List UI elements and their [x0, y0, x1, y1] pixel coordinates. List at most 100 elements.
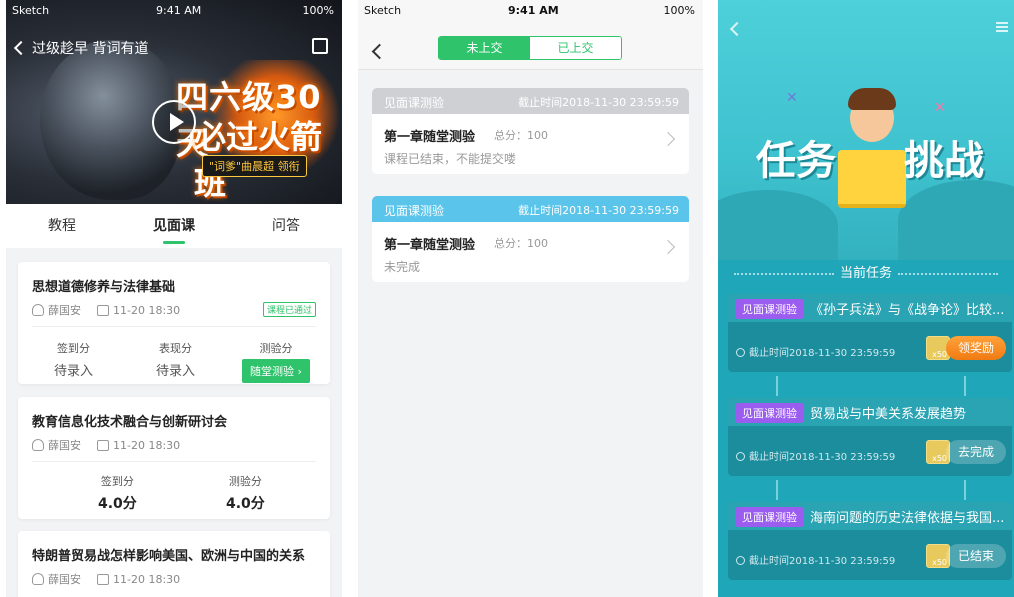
- task-tag: 见面课测验: [736, 299, 803, 319]
- passed-badge: 课程已通过: [262, 302, 316, 317]
- quiz-name: 第一章随堂测验: [384, 238, 476, 253]
- score-label: 表现分: [159, 342, 192, 355]
- score-performance: 表现分 待录入: [156, 340, 195, 379]
- tab-live-class[interactable]: 见面课: [118, 204, 230, 248]
- tab-qa[interactable]: 问答: [230, 204, 342, 248]
- score-quiz: 测验分 随堂测验 ›: [242, 340, 310, 383]
- task-card[interactable]: 见面课测验 贸易战与中美关系发展趋势 截止时间2018-11-30 23:59:…: [728, 398, 1012, 476]
- play-icon[interactable]: [152, 100, 196, 144]
- divider: [898, 272, 998, 275]
- task-tag: 见面课测验: [736, 403, 803, 423]
- score-value: 待录入: [156, 364, 196, 379]
- connector: [776, 376, 778, 396]
- tab-tutorial[interactable]: 教程: [6, 204, 118, 248]
- claim-reward-button[interactable]: 领奖励: [946, 336, 1006, 360]
- connector: [776, 480, 778, 500]
- hill-decoration: [898, 180, 1014, 260]
- course-card[interactable]: 思想道德修养与法律基础 薛国安 11-20 18:30 课程已通过 签到分 待录入…: [18, 262, 330, 384]
- hill-decoration: [718, 190, 838, 260]
- deadline-text: 截止时间2018-11-30 23:59:59: [749, 452, 896, 463]
- task-challenge-screen: ✕ ✕ 任务 挑战 当前任务 见面课测验 《孙子兵法》与《战争论》比较... 截…: [718, 0, 1014, 597]
- carrier: Sketch: [12, 4, 50, 17]
- score-value: 4.0分: [226, 496, 265, 512]
- divider: [32, 326, 316, 327]
- section-header: 当前任务: [718, 262, 1014, 281]
- task-card[interactable]: 见面课测验 海南问题的历史法律依据与我国... 截止时间2018-11-30 2…: [728, 502, 1012, 580]
- clock-icon: [736, 348, 745, 357]
- quiz-list-screen: Sketch 9:41 AM 100% 未上交 已上交 见面课测验 截止时间20…: [358, 0, 703, 597]
- status-bar: Sketch 9:41 AM 100%: [358, 0, 703, 20]
- menu-icon[interactable]: [996, 22, 1008, 32]
- score-label: 测验分: [228, 475, 262, 488]
- quiz-card-body: 第一章随堂测验 总分：100 未完成: [372, 222, 689, 282]
- challenge-banner: ✕ ✕ 任务 挑战: [718, 0, 1014, 260]
- back-button[interactable]: 过级趁早 背词有道: [13, 38, 149, 58]
- banner-tagline: "词爹"曲晨超 领衔: [202, 155, 307, 177]
- quiz-state: 课程已结束，不能提交喽: [384, 152, 517, 166]
- back-icon: [13, 40, 29, 56]
- task-title: 海南问题的历史法律依据与我国...: [810, 511, 1005, 526]
- teacher-name: 薛国安: [48, 439, 81, 452]
- clock: 9:41 AM: [508, 4, 559, 17]
- battery: 100%: [302, 4, 334, 17]
- score-label: 测验分: [259, 342, 293, 355]
- score-value: 待录入: [54, 364, 94, 379]
- course-date: 11-20 18:30: [113, 304, 181, 317]
- segment-submitted[interactable]: 已上交: [530, 37, 621, 59]
- quiz-card[interactable]: 见面课测验 截止时间2018-11-30 23:59:59 第一章随堂测验 总分…: [372, 88, 689, 174]
- calendar-icon: [97, 305, 109, 316]
- task-deadline: 截止时间2018-11-30 23:59:59: [736, 448, 895, 463]
- illustration-hair: [848, 88, 896, 110]
- user-icon: [32, 573, 44, 585]
- submission-segment: 未上交 已上交: [438, 36, 622, 60]
- share-icon[interactable]: [312, 38, 328, 54]
- calendar-icon: [97, 574, 109, 585]
- quiz-button[interactable]: 随堂测验 ›: [242, 359, 310, 383]
- go-complete-button[interactable]: 去完成: [946, 440, 1006, 464]
- task-deadline: 截止时间2018-11-30 23:59:59: [736, 344, 895, 359]
- chevron-right-icon: [660, 131, 676, 147]
- quiz-card[interactable]: 见面课测验 截止时间2018-11-30 23:59:59 第一章随堂测验 总分…: [372, 196, 689, 282]
- course-title: 教育信息化技术融合与创新研讨会: [32, 415, 228, 430]
- quiz-score: 总分：100: [494, 129, 548, 142]
- score-label: 签到分: [57, 342, 90, 355]
- section-title: 当前任务: [839, 266, 892, 281]
- segment-unsubmitted[interactable]: 未上交: [439, 37, 530, 59]
- nav-bar: Sketch 9:41 AM 100% 未上交 已上交: [358, 0, 703, 70]
- quiz-deadline: 截止时间2018-11-30 23:59:59: [518, 204, 679, 217]
- score-checkin: 签到分 待录入: [54, 340, 93, 379]
- connector: [964, 376, 966, 396]
- deadline-text: 截止时间2018-11-30 23:59:59: [749, 348, 896, 359]
- quiz-state: 未完成: [384, 260, 421, 274]
- clock: 9:41 AM: [156, 4, 202, 17]
- clock-icon: [736, 556, 745, 565]
- task-card[interactable]: 见面课测验 《孙子兵法》与《战争论》比较... 截止时间2018-11-30 2…: [728, 294, 1012, 372]
- video-banner[interactable]: Sketch 9:41 AM 100% 过级趁早 背词有道 四六级30天 必过火…: [6, 0, 342, 204]
- chevron-right-icon: [660, 239, 676, 255]
- course-screen: Sketch 9:41 AM 100% 过级趁早 背词有道 四六级30天 必过火…: [6, 0, 342, 597]
- quiz-type: 见面课测验: [384, 96, 445, 110]
- nav-title: 过级趁早 背词有道: [32, 41, 149, 57]
- cross-decoration: ✕: [934, 100, 946, 116]
- task-tag: 见面课测验: [736, 507, 803, 527]
- course-meta: 薛国安 11-20 18:30: [32, 302, 180, 318]
- task-deadline: 截止时间2018-11-30 23:59:59: [736, 552, 895, 567]
- challenge-title-right: 挑战: [904, 138, 984, 184]
- course-card[interactable]: 教育信息化技术融合与创新研讨会 薛国安 11-20 18:30 签到分 4.0分 …: [18, 397, 330, 519]
- challenge-title-left: 任务: [756, 138, 836, 184]
- course-date: 11-20 18:30: [113, 439, 181, 452]
- quiz-card-header: 见面课测验 截止时间2018-11-30 23:59:59: [372, 88, 689, 114]
- back-icon[interactable]: [371, 43, 388, 60]
- ended-button: 已结束: [946, 544, 1006, 568]
- connector: [964, 480, 966, 500]
- score-value: 4.0分: [98, 496, 137, 512]
- course-card[interactable]: 特朗普贸易战怎样影响美国、欧洲与中国的关系 薛国安 11-20 18:30: [18, 531, 330, 597]
- quiz-card-body: 第一章随堂测验 总分：100 课程已结束，不能提交喽: [372, 114, 689, 174]
- quiz-name: 第一章随堂测验: [384, 130, 476, 145]
- back-icon[interactable]: [729, 21, 745, 37]
- carrier: Sketch: [364, 4, 402, 17]
- score-label: 签到分: [100, 475, 134, 488]
- quiz-card-header: 见面课测验 截止时间2018-11-30 23:59:59: [372, 196, 689, 222]
- task-title: 贸易战与中美关系发展趋势: [810, 407, 967, 422]
- user-icon: [32, 304, 44, 316]
